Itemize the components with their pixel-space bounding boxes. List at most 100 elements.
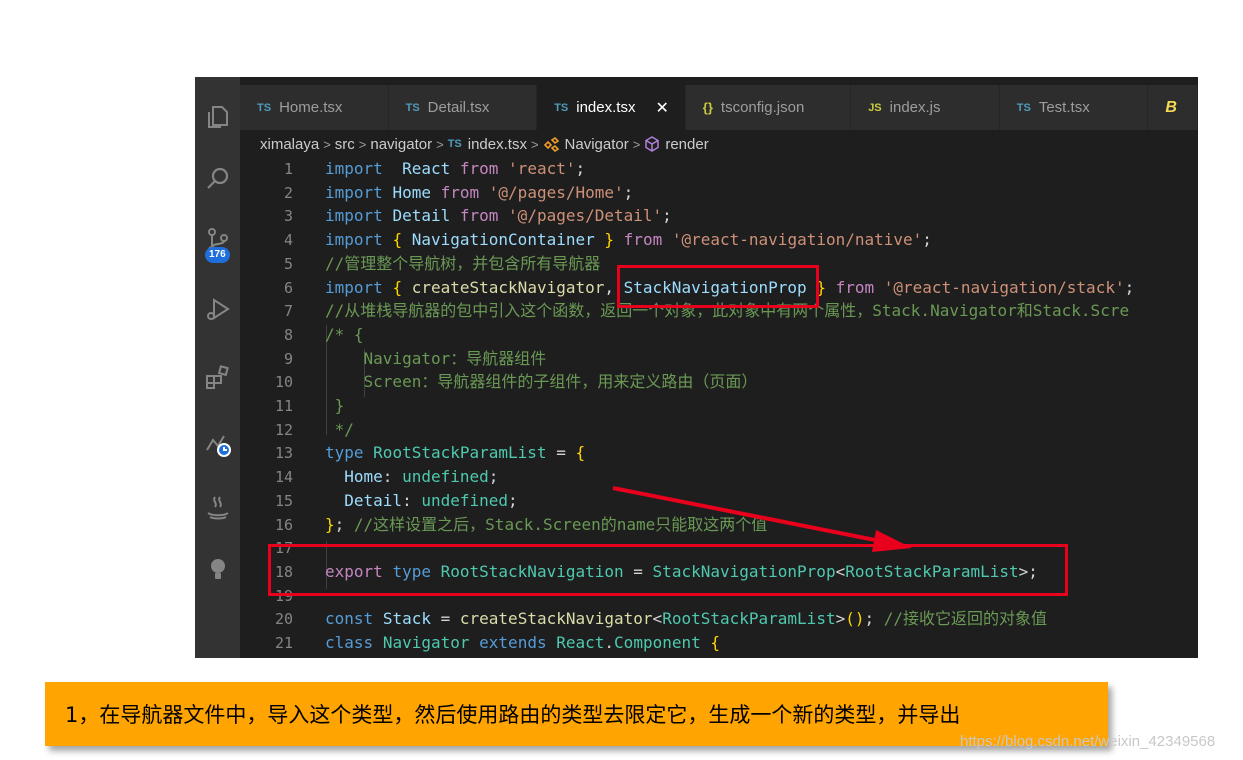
code-text: */ bbox=[325, 418, 354, 442]
code-token: = bbox=[430, 609, 460, 629]
breadcrumb-navigator[interactable]: navigator bbox=[370, 136, 432, 153]
code-token: 'react' bbox=[508, 159, 576, 178]
code-token: '@/pages/Home' bbox=[488, 182, 624, 202]
lightbulb-icon[interactable] bbox=[195, 547, 240, 591]
tab-label: Home.tsx bbox=[279, 99, 343, 116]
run-debug-icon[interactable] bbox=[195, 287, 240, 331]
code-token: Component bbox=[614, 633, 701, 652]
breadcrumb-src[interactable]: src bbox=[335, 136, 355, 153]
tab-index-tsx[interactable]: TS index.tsx ✕ bbox=[537, 85, 686, 130]
code-text: } bbox=[325, 394, 345, 418]
code-token: } bbox=[325, 396, 345, 415]
javascript-file-icon: JS bbox=[868, 101, 882, 114]
code-text: const Stack = createStackNavigator<RootS… bbox=[325, 607, 1047, 631]
code-token: extends bbox=[479, 633, 547, 652]
code-text: Screen：导航器组件的子组件，用来定义路由（页面） bbox=[325, 370, 758, 394]
code-token: ; bbox=[1124, 277, 1135, 297]
tab-tsconfig-json[interactable]: {} tsconfig.json bbox=[685, 85, 852, 130]
tab-label: index.js bbox=[889, 99, 941, 116]
json-file-icon: {} bbox=[702, 100, 713, 115]
chevron-right-icon: > bbox=[323, 136, 331, 152]
explorer-icon[interactable] bbox=[195, 95, 240, 139]
code-token: : bbox=[382, 467, 403, 487]
code-token: import bbox=[325, 206, 383, 226]
java-icon[interactable] bbox=[195, 485, 240, 529]
tab-home-tsx[interactable]: TS Home.tsx bbox=[240, 85, 389, 130]
line-number: 11 bbox=[274, 397, 293, 415]
code-text: import Detail from '@/pages/Detail'; bbox=[325, 204, 672, 228]
code-token: Stack bbox=[382, 609, 431, 629]
tab-test-tsx[interactable]: TS Test.tsx bbox=[999, 85, 1149, 130]
line-number: 5 bbox=[283, 254, 293, 273]
code-token: ; bbox=[508, 490, 518, 510]
line-number: 21 bbox=[274, 634, 293, 652]
code-token: undefined bbox=[421, 490, 509, 510]
code-token: > bbox=[835, 609, 846, 629]
code-token: type bbox=[325, 443, 364, 463]
breadcrumb-symbol-navigator[interactable]: Navigator bbox=[565, 136, 629, 153]
line-number: 6 bbox=[283, 278, 293, 297]
tab-detail-tsx[interactable]: TS Detail.tsx bbox=[388, 85, 538, 130]
chevron-right-icon: > bbox=[358, 136, 367, 152]
code-token: Detail bbox=[392, 206, 451, 226]
code-token: //这样设置之后，Stack.Screen的name只能取这两个值 bbox=[353, 514, 768, 534]
typescript-file-icon: TS bbox=[447, 138, 462, 150]
tab-index-js[interactable]: JS index.js bbox=[851, 85, 1000, 130]
chevron-right-icon: > bbox=[632, 136, 641, 152]
chevron-right-icon: > bbox=[436, 136, 444, 152]
code-token: from bbox=[835, 277, 875, 297]
line-number: 15 bbox=[274, 491, 293, 510]
code-token: { bbox=[575, 443, 586, 463]
caption-text: 1，在导航器文件中，导入这个类型，然后使用路由的类型去限定它，生成一个新的类型，… bbox=[65, 703, 961, 727]
code-token: from bbox=[623, 230, 663, 250]
extensions-icon[interactable] bbox=[195, 355, 240, 399]
line-number: 10 bbox=[274, 373, 293, 392]
code-token: Navigator：导航器组件 bbox=[325, 348, 547, 368]
timeline-icon[interactable] bbox=[195, 422, 240, 466]
code-token: Screen：导航器组件的子组件，用来定义路由（页面） bbox=[325, 372, 758, 392]
code-token: '@react-navigation/stack' bbox=[883, 277, 1125, 297]
babel-file-icon: B bbox=[1165, 98, 1177, 116]
code-token: . bbox=[604, 633, 615, 652]
code-token: from bbox=[459, 159, 499, 178]
breadcrumb-file[interactable]: index.tsx bbox=[468, 136, 527, 153]
breadcrumb-ximalaya[interactable]: ximalaya bbox=[260, 136, 319, 153]
code-text: }; //这样设置之后，Stack.Screen的name只能取这两个值 bbox=[325, 513, 767, 537]
highlight-box-export-type bbox=[268, 544, 1068, 596]
code-token: () bbox=[845, 609, 865, 629]
code-token: { bbox=[392, 277, 403, 297]
search-icon[interactable] bbox=[195, 157, 240, 201]
tab-babel-config[interactable]: B bbox=[1148, 85, 1198, 130]
code-token: createStackNavigator bbox=[411, 277, 605, 297]
code-token: createStackNavigator bbox=[459, 609, 653, 629]
line-number: 9 bbox=[283, 349, 293, 368]
code-text: import React from 'react'; bbox=[325, 157, 585, 181]
line-number: 13 bbox=[274, 444, 293, 463]
typescript-file-icon: TS bbox=[554, 101, 569, 114]
class-symbol-icon bbox=[543, 136, 559, 152]
close-icon[interactable]: ✕ bbox=[655, 98, 668, 118]
code-token: RootStackParamList bbox=[373, 443, 547, 463]
code-token: < bbox=[652, 609, 663, 629]
code-token: : bbox=[402, 490, 422, 510]
code-token: { bbox=[392, 230, 403, 250]
code-token: /* { bbox=[325, 324, 364, 344]
code-token: { bbox=[710, 633, 721, 652]
code-token: Detail bbox=[344, 490, 403, 510]
code-token: NavigationContainer bbox=[411, 230, 595, 250]
breadcrumb: ximalaya > src > navigator > TS index.ts… bbox=[260, 133, 709, 155]
code-token: ; bbox=[488, 467, 499, 487]
code-token: ; bbox=[662, 206, 672, 226]
code-token: import bbox=[325, 230, 383, 250]
breadcrumb-symbol-render[interactable]: render bbox=[665, 136, 708, 153]
